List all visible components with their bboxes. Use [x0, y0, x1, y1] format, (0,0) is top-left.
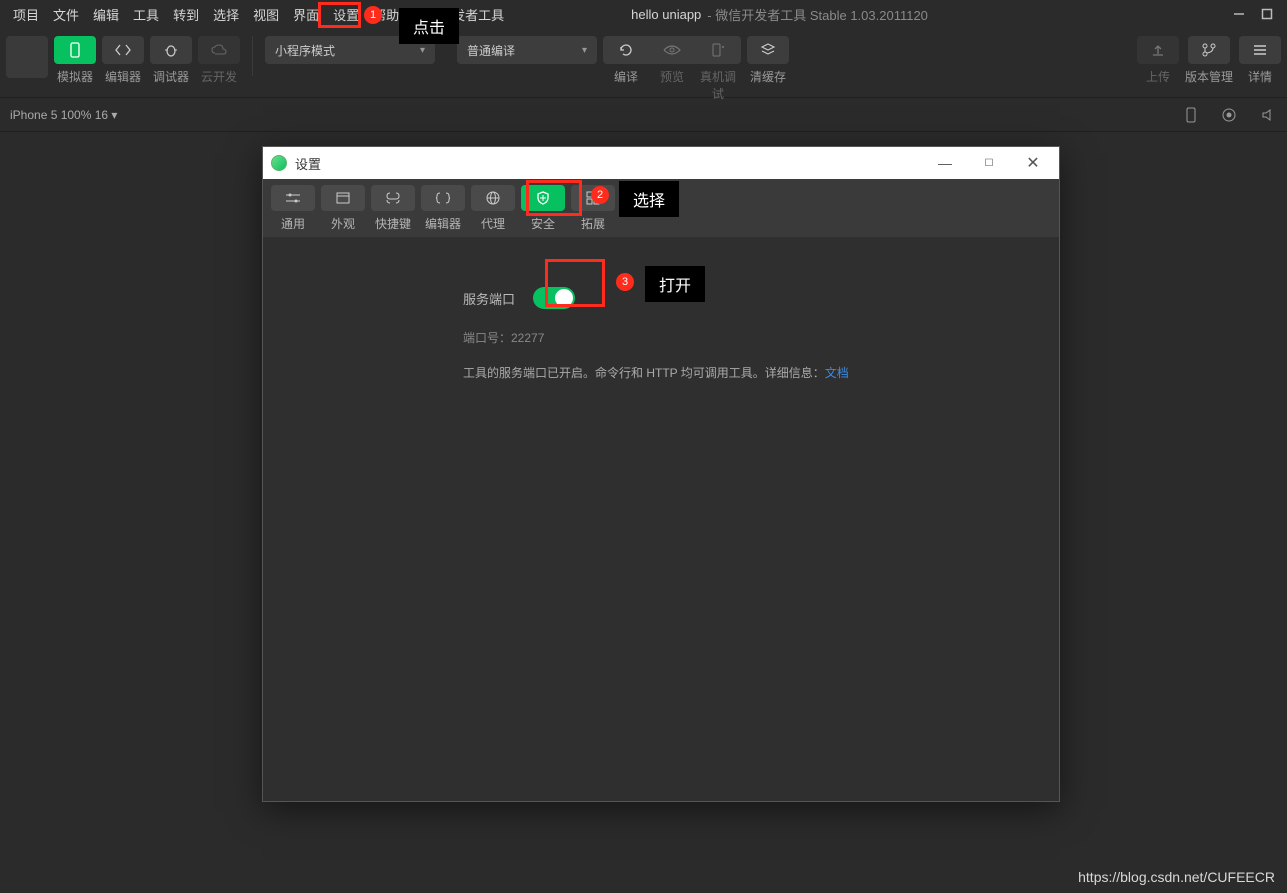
menu-help[interactable]: 帮助	[366, 1, 406, 28]
dialog-minimize-icon[interactable]: —	[927, 155, 963, 171]
remote-debug-button[interactable]	[695, 36, 741, 64]
globe-icon	[486, 191, 500, 205]
tab-editor[interactable]: 编辑器	[421, 185, 465, 232]
details-button[interactable]: 详情	[1239, 36, 1281, 85]
compile-select[interactable]: 普通编译 ▾	[457, 36, 597, 64]
refresh-icon	[618, 42, 634, 58]
menu-select[interactable]: 选择	[206, 1, 246, 28]
tab-extension-label: 拓展	[581, 215, 605, 232]
upload-button[interactable]: 上传	[1137, 36, 1179, 85]
remote-label: 真机调试	[695, 68, 741, 102]
simulator-label: 模拟器	[57, 68, 93, 85]
port-number: 端口号：22277	[463, 329, 1019, 346]
simulator-button[interactable]: 模拟器	[54, 36, 96, 85]
dialog-app-icon	[271, 155, 287, 171]
tab-editor-label: 编辑器	[425, 215, 461, 232]
preview-label: 预览	[649, 68, 695, 102]
dialog-body: 服务端口 端口号：22277 工具的服务端口已开启。命令行和 HTTP 均可调用…	[263, 237, 1059, 801]
port-toggle[interactable]	[533, 287, 575, 309]
compile-select-label: 普通编译	[467, 42, 515, 59]
dialog-maximize-icon[interactable]: ☐	[971, 158, 1007, 169]
chevron-down-icon: ▾	[420, 45, 425, 56]
port-label: 服务端口	[463, 289, 515, 308]
debugger-label: 调试器	[153, 68, 189, 85]
upload-label: 上传	[1146, 68, 1170, 85]
compile-group: 编译 预览 真机调试	[603, 36, 741, 102]
layers-icon	[760, 43, 776, 57]
device-selector[interactable]: iPhone 5 100% 16 ▾	[10, 108, 117, 122]
branch-icon	[1201, 43, 1217, 57]
editor-label: 编辑器	[105, 68, 141, 85]
menu-goto[interactable]: 转到	[166, 1, 206, 28]
cloud-label: 云开发	[201, 68, 237, 85]
shield-icon	[536, 191, 550, 205]
clear-cache-button[interactable]: 清缓存	[747, 36, 789, 85]
tab-shortcut[interactable]: 快捷键	[371, 185, 415, 232]
remote-icon	[710, 43, 726, 57]
mode-select-label: 小程序模式	[275, 42, 335, 59]
tab-proxy[interactable]: 代理	[471, 185, 515, 232]
tab-security-label: 安全	[531, 215, 555, 232]
device-phone-icon[interactable]	[1185, 107, 1197, 123]
sliders-icon	[285, 192, 301, 204]
chevron-down-icon: ▾	[582, 45, 587, 56]
version-label: 版本管理	[1185, 68, 1233, 85]
menu-icon	[1253, 44, 1267, 56]
tab-proxy-label: 代理	[481, 215, 505, 232]
watermark: https://blog.csdn.net/CUFEECR	[1078, 869, 1275, 885]
debugger-button[interactable]: 调试器	[150, 36, 192, 85]
tab-extension[interactable]: 拓展	[571, 185, 615, 232]
details-label: 详情	[1248, 68, 1272, 85]
tab-general[interactable]: 通用	[271, 185, 315, 232]
menu-file[interactable]: 文件	[46, 1, 86, 28]
tab-appearance-label: 外观	[331, 215, 355, 232]
tab-security[interactable]: 安全	[521, 185, 565, 232]
menu-edit[interactable]: 编辑	[86, 1, 126, 28]
preview-button[interactable]	[649, 36, 695, 64]
layout-icon	[336, 192, 350, 204]
app-title: hello uniapp	[631, 7, 701, 22]
eye-icon	[663, 44, 681, 56]
dialog-titlebar[interactable]: 设置 — ☐ ✕	[263, 147, 1059, 179]
version-button[interactable]: 版本管理	[1185, 36, 1233, 85]
command-icon	[386, 192, 400, 204]
bug-icon	[163, 43, 179, 57]
app-subtitle: - 微信开发者工具 Stable 1.03.2011120	[707, 5, 928, 24]
cloud-button[interactable]: 云开发	[198, 36, 240, 85]
avatar-button[interactable]	[6, 36, 48, 78]
menu-settings[interactable]: 设置	[326, 1, 366, 28]
cloud-icon	[210, 44, 228, 56]
device-sound-icon[interactable]	[1261, 108, 1277, 122]
device-bar: iPhone 5 100% 16 ▾	[0, 98, 1287, 132]
upload-icon	[1151, 43, 1165, 57]
tab-appearance[interactable]: 外观	[321, 185, 365, 232]
dialog-close-icon[interactable]: ✕	[1015, 153, 1051, 173]
window-minimize-icon[interactable]	[1225, 2, 1253, 26]
braces-icon	[435, 192, 451, 204]
dialog-tabs: 通用 外观 快捷键 编辑器 代理 安全 拓展	[263, 179, 1059, 237]
menu-tool[interactable]: 工具	[126, 1, 166, 28]
window-maximize-icon[interactable]	[1253, 2, 1281, 26]
menu-view[interactable]: 视图	[246, 1, 286, 28]
cache-label: 清缓存	[750, 68, 786, 85]
menu-ui[interactable]: 界面	[286, 1, 326, 28]
phone-icon	[67, 42, 83, 58]
mode-select[interactable]: 小程序模式 ▾	[265, 36, 435, 64]
toolbar: 模拟器 编辑器 调试器 云开发 小程序模式 ▾ 普通编译 ▾ 编译 预	[0, 28, 1287, 98]
grid-icon	[586, 191, 600, 205]
tab-general-label: 通用	[281, 215, 305, 232]
device-record-icon[interactable]	[1221, 107, 1237, 123]
doc-link[interactable]: 文档	[825, 366, 849, 380]
code-icon	[114, 43, 132, 57]
settings-dialog: 设置 — ☐ ✕ 通用 外观 快捷键 编辑器 代理 安全	[262, 146, 1060, 802]
port-description: 工具的服务端口已开启。命令行和 HTTP 均可调用工具。详细信息：文档	[463, 364, 1019, 381]
dialog-title: 设置	[295, 154, 321, 173]
compile-button[interactable]	[603, 36, 649, 64]
editor-button[interactable]: 编辑器	[102, 36, 144, 85]
compile-label: 编译	[603, 68, 649, 102]
tab-shortcut-label: 快捷键	[375, 215, 411, 232]
menubar: 项目 文件 编辑 工具 转到 选择 视图 界面 设置 帮助 微信开发者工具 he…	[0, 0, 1287, 28]
menu-devtools[interactable]: 微信开发者工具	[406, 1, 511, 28]
menu-project[interactable]: 项目	[6, 1, 46, 28]
